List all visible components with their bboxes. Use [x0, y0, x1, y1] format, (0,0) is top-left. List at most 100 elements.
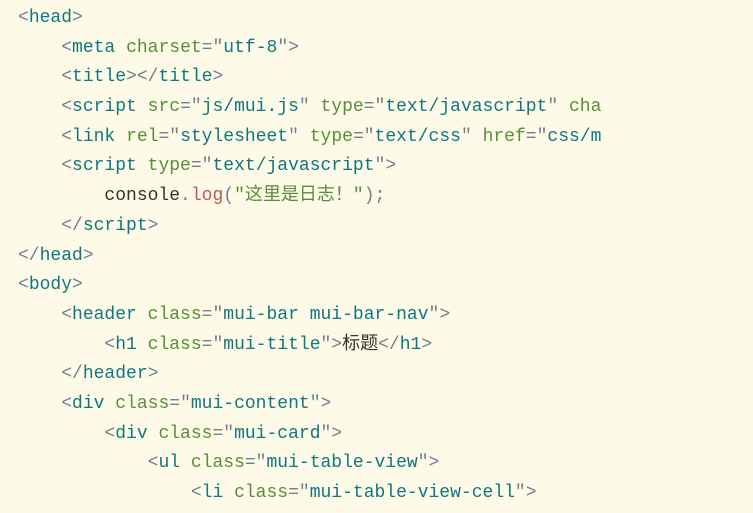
code-token-punct: < — [61, 97, 72, 117]
code-line[interactable]: </script> — [0, 212, 753, 242]
code-token-punct: =" — [353, 127, 375, 147]
code-token-string-literal: "这里是日志！" — [234, 186, 364, 206]
code-token-punct: =" — [245, 453, 267, 473]
code-token-punct: "> — [429, 305, 451, 325]
code-line[interactable]: <div class="mui-card"> — [0, 420, 753, 450]
code-line[interactable]: <link rel="stylesheet" type="text/css" h… — [0, 123, 753, 153]
code-token-punct: =" — [202, 305, 224, 325]
code-token-tag-name: script — [83, 216, 148, 236]
code-token-punct: "> — [515, 483, 537, 503]
code-token-attr-value: css/m — [547, 127, 601, 147]
code-token-punct — [104, 394, 115, 414]
code-token-punct: =" — [202, 335, 224, 355]
code-token-text-content: console — [104, 186, 180, 206]
code-token-punct: < — [61, 127, 72, 147]
code-token-punct: " — [461, 127, 483, 147]
code-token-attr-name: class — [158, 424, 212, 444]
code-line[interactable]: <head> — [0, 4, 753, 34]
code-token-punct: > — [148, 364, 159, 384]
code-token-punct: =" — [526, 127, 548, 147]
code-line[interactable]: </head> — [0, 242, 753, 272]
code-token-punct: ( — [223, 186, 234, 206]
code-token-punct: " — [288, 127, 310, 147]
code-line[interactable]: <ul class="mui-table-view"> — [0, 449, 753, 479]
code-token-punct: =" — [364, 97, 386, 117]
code-token-punct: =" — [288, 483, 310, 503]
code-token-punct — [223, 483, 234, 503]
code-token-attr-name: type — [148, 156, 191, 176]
code-token-attr-value: mui-bar mui-bar-nav — [223, 305, 428, 325]
code-line[interactable]: <title></title> — [0, 63, 753, 93]
code-token-tag-name: head — [29, 8, 72, 28]
code-token-tag-name: script — [72, 156, 137, 176]
code-line[interactable]: <script src="js/mui.js" type="text/javas… — [0, 93, 753, 123]
code-token-punct: ; — [375, 186, 386, 206]
code-token-punct: < — [61, 67, 72, 87]
code-token-punct — [137, 305, 148, 325]
code-token-tag-name: li — [202, 483, 224, 503]
code-line[interactable]: <meta charset="utf-8"> — [0, 34, 753, 64]
code-token-punct: "> — [310, 394, 332, 414]
code-line[interactable]: <h1 class="mui-title">标题</h1> — [0, 331, 753, 361]
code-line[interactable]: </header> — [0, 360, 753, 390]
code-token-tag-name: head — [40, 246, 83, 266]
code-token-punct: < — [61, 156, 72, 176]
code-token-punct: </ — [61, 216, 83, 236]
code-token-punct — [115, 127, 126, 147]
code-token-tag-name: div — [115, 424, 147, 444]
code-token-tag-name: title — [72, 67, 126, 87]
code-token-tag-name: h1 — [400, 335, 422, 355]
code-token-attr-name: href — [483, 127, 526, 147]
code-token-punct: =" — [202, 38, 224, 58]
code-line[interactable]: <body> — [0, 271, 753, 301]
code-token-punct: < — [61, 38, 72, 58]
code-token-punct: < — [191, 483, 202, 503]
code-token-attr-value: text/javascript — [212, 156, 374, 176]
code-token-attr-value: text/javascript — [385, 97, 547, 117]
code-line[interactable]: <li class="mui-table-view-cell"> — [0, 479, 753, 509]
code-token-punct: </ — [61, 364, 83, 384]
code-token-attr-name: class — [234, 483, 288, 503]
code-token-attr-value: text/css — [375, 127, 461, 147]
code-token-punct: "> — [277, 38, 299, 58]
code-token-punct: < — [18, 8, 29, 28]
code-token-punct: =" — [191, 156, 213, 176]
code-editor-view[interactable]: <head> <meta charset="utf-8"> <title></t… — [0, 4, 753, 509]
code-token-punct: "> — [321, 335, 343, 355]
code-token-punct: "> — [375, 156, 397, 176]
code-line[interactable]: <header class="mui-bar mui-bar-nav"> — [0, 301, 753, 331]
code-line[interactable]: <script type="text/javascript"> — [0, 152, 753, 182]
code-token-punct: </ — [378, 335, 400, 355]
code-token-punct: < — [18, 275, 29, 295]
code-token-attr-name: class — [115, 394, 169, 414]
code-token-attr-value: mui-card — [234, 424, 320, 444]
code-line[interactable]: <div class="mui-content"> — [0, 390, 753, 420]
code-token-attr-value: js/mui.js — [202, 97, 299, 117]
code-token-punct: > — [83, 246, 94, 266]
code-token-tag-name: body — [29, 275, 72, 295]
code-token-punct: < — [104, 424, 115, 444]
code-token-tag-name: link — [72, 127, 115, 147]
code-token-attr-name: type — [310, 127, 353, 147]
code-token-tag-name: script — [72, 97, 137, 117]
code-token-tag-name: header — [72, 305, 137, 325]
code-token-punct: =" — [169, 394, 191, 414]
code-token-punct: > — [212, 67, 223, 87]
code-line[interactable]: console.log("这里是日志！"); — [0, 182, 753, 212]
code-token-punct: </ — [18, 246, 40, 266]
code-token-punct: < — [61, 305, 72, 325]
code-token-tag-name: meta — [72, 38, 115, 58]
code-token-punct: > — [72, 275, 83, 295]
code-token-punct: "> — [418, 453, 440, 473]
code-token-attr-value: mui-table-view — [266, 453, 417, 473]
code-token-tag-name: h1 — [115, 335, 137, 355]
code-token-attr-name: class — [191, 453, 245, 473]
code-token-attr-value: mui-table-view-cell — [310, 483, 515, 503]
code-token-punct — [137, 335, 148, 355]
code-token-punct: "> — [321, 424, 343, 444]
code-token-punct: =" — [180, 97, 202, 117]
code-token-punct: > — [421, 335, 432, 355]
code-token-punct: < — [61, 394, 72, 414]
code-token-punct: " — [547, 97, 569, 117]
code-token-punct — [137, 97, 148, 117]
